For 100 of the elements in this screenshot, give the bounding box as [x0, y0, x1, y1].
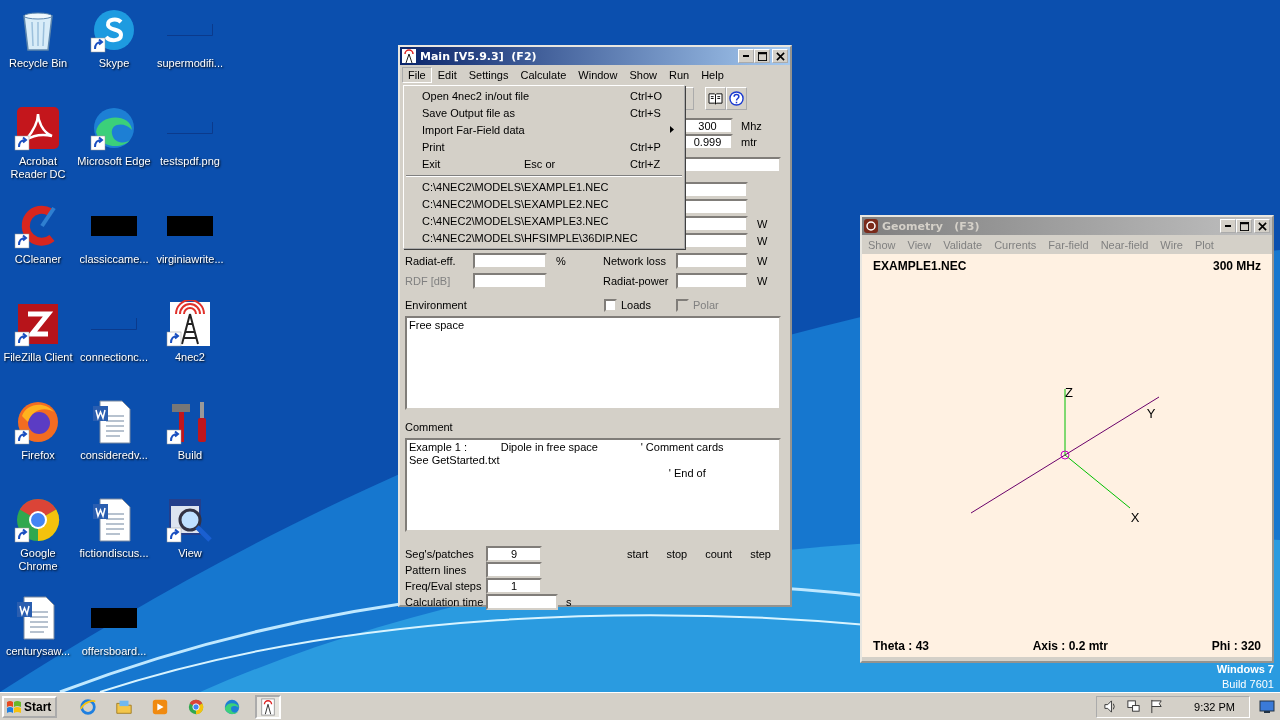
close-button[interactable] [1254, 219, 1270, 233]
field-label: RDF [dB] [405, 275, 452, 287]
unit-label: mtr [741, 136, 757, 148]
menu-item-label: Print [422, 139, 446, 154]
column-header: stop [666, 548, 688, 562]
shortcut-text: Ctrl+P [630, 140, 661, 153]
minimize-icon [1225, 225, 1231, 227]
menu-item-note: Esc or [524, 156, 557, 171]
desktop-icon-label[interactable]: supermodifi... [157, 57, 223, 70]
close-icon [1257, 221, 1267, 231]
media-player-icon [151, 697, 170, 716]
desktop-icon-label[interactable]: Google Chrome [1, 547, 75, 573]
maximize-icon [1239, 221, 1249, 231]
desktop-icon-label[interactable]: virginiawrite... [156, 253, 224, 266]
window-title: Main [V5.9.3] (F2) [420, 49, 538, 63]
maximize-button[interactable] [754, 49, 770, 63]
menu-item-label: Save Output file as [422, 105, 516, 120]
text-line: Free space [409, 319, 466, 332]
environment-text-area[interactable]: Free space [405, 316, 781, 410]
field-label: Radiat-power [603, 275, 670, 287]
shortcut-text: Ctrl+S [630, 106, 661, 119]
desktop-icon-label[interactable]: offersboard... [81, 645, 147, 658]
input-field[interactable] [676, 273, 748, 289]
input-field[interactable] [676, 253, 748, 269]
menu-item[interactable]: Exit Esc or Ctrl+Z [404, 155, 684, 172]
column-header: step [750, 548, 771, 562]
menu-item[interactable]: Window [572, 66, 624, 83]
menu-item[interactable]: Calculate [514, 66, 573, 83]
comment-text-area[interactable]: Example 1 : Dipole in free space ' Comment cards See GetStarted.txt ' End of [405, 438, 781, 532]
book-button[interactable] [705, 87, 726, 110]
menu-item[interactable]: Settings [462, 66, 515, 83]
menu-item[interactable]: C:\4NEC2\MODELS\HFSIMPLE\36DIP.NEC [404, 230, 684, 247]
book-icon [708, 92, 723, 105]
menu-item-label: C:\4NEC2\MODELS\HFSIMPLE\36DIP.NEC [422, 230, 639, 245]
input-field[interactable] [486, 562, 542, 578]
menu-item[interactable]: Save Output file as Ctrl+S [404, 104, 684, 121]
menu-item[interactable]: C:\4NEC2\MODELS\EXAMPLE1.NEC [404, 179, 684, 196]
clock-text[interactable]: 9:32 PM [1194, 700, 1235, 713]
antenna-tower-icon [402, 49, 416, 63]
flag-icon[interactable] [1149, 699, 1165, 714]
menu-item[interactable]: Edit [431, 66, 463, 83]
section-label: Environment [405, 299, 468, 311]
taskbar-button[interactable] [255, 694, 282, 719]
minimize-button[interactable] [738, 49, 754, 63]
minimize-icon [743, 55, 749, 57]
desktop-icon-label[interactable]: centurysaw... [5, 645, 71, 658]
checkbox[interactable] [604, 298, 617, 312]
menu-item[interactable]: C:\4NEC2\MODELS\EXAMPLE2.NEC [404, 196, 684, 213]
desktop-icon-label[interactable]: View [178, 547, 202, 560]
menu-item[interactable]: Help [695, 66, 730, 83]
desktop-icon-label[interactable]: fictiondiscus... [79, 547, 149, 560]
field-label: Freq/Eval steps [405, 580, 483, 592]
submenu-arrow-icon [670, 126, 674, 133]
desktop-icon-label[interactable]: Skype [98, 57, 130, 70]
menu-item[interactable]: Open 4nec2 in/out file Ctrl+O [404, 87, 684, 104]
input-field[interactable] [473, 273, 547, 289]
close-button[interactable] [772, 49, 788, 63]
menu-item[interactable]: File [402, 66, 432, 83]
input-field[interactable] [486, 594, 558, 610]
browser-icon [187, 697, 206, 716]
menu-item[interactable]: Import Far-Field data [404, 121, 684, 138]
desktop-icon-label[interactable]: classiccame... [79, 253, 149, 266]
menu-item[interactable]: Show [623, 66, 663, 83]
unit-label: W [757, 218, 768, 230]
menu-item[interactable]: C:\4NEC2\MODELS\EXAMPLE3.NEC [404, 213, 684, 230]
desktop-icon-label[interactable]: Firefox [21, 449, 55, 462]
input-field[interactable] [473, 253, 547, 269]
menu-item[interactable]: Run [662, 66, 696, 83]
desktop-icon-label[interactable]: testspdf.png [160, 155, 220, 168]
axis-label: Y [1146, 406, 1156, 421]
desktop-icon-label[interactable]: 4nec2 [175, 351, 205, 364]
desktop-icon-label[interactable]: FileZilla Client [3, 351, 73, 364]
menu-item-label: C:\4NEC2\MODELS\EXAMPLE2.NEC [422, 196, 610, 211]
start-button[interactable]: Start [2, 695, 58, 718]
desktop-icon-label[interactable]: connectionc... [80, 351, 148, 364]
desktop-icon-label[interactable]: Build [177, 449, 203, 462]
desktop-icon-label[interactable]: CCleaner [14, 253, 62, 266]
desktop-icon-label[interactable]: Acrobat Reader DC [1, 155, 75, 181]
input-field[interactable]: 9 [486, 546, 542, 562]
minimize-button[interactable] [1220, 219, 1236, 233]
unit-label: W [757, 235, 768, 247]
globe-browser-icon [79, 697, 98, 716]
field-label: Seg's/patches [405, 548, 475, 560]
network-icon[interactable] [1126, 699, 1142, 714]
unit-label: W [757, 275, 769, 287]
desktop-icon-label[interactable]: Recycle Bin [8, 57, 68, 70]
desktop-icon-label[interactable]: consideredv... [80, 449, 148, 462]
desktop-icon-label[interactable]: Microsoft Edge [77, 155, 151, 168]
section-label: Comment [405, 421, 454, 434]
menu-item[interactable]: Print Ctrl+P [404, 138, 684, 155]
input-field[interactable]: 1 [486, 578, 542, 594]
shortcut-text: Ctrl+O [630, 89, 663, 102]
maximize-button[interactable] [1236, 219, 1252, 233]
axis-label: Z [1065, 385, 1073, 400]
os-version-text: Windows 7 [1216, 662, 1274, 677]
phi-text: Phi : 320 [1211, 639, 1261, 653]
help-button[interactable] [726, 87, 747, 110]
column-header: count [705, 548, 733, 562]
unit-label: s [566, 596, 572, 608]
four-color-flag-icon [6, 699, 22, 714]
